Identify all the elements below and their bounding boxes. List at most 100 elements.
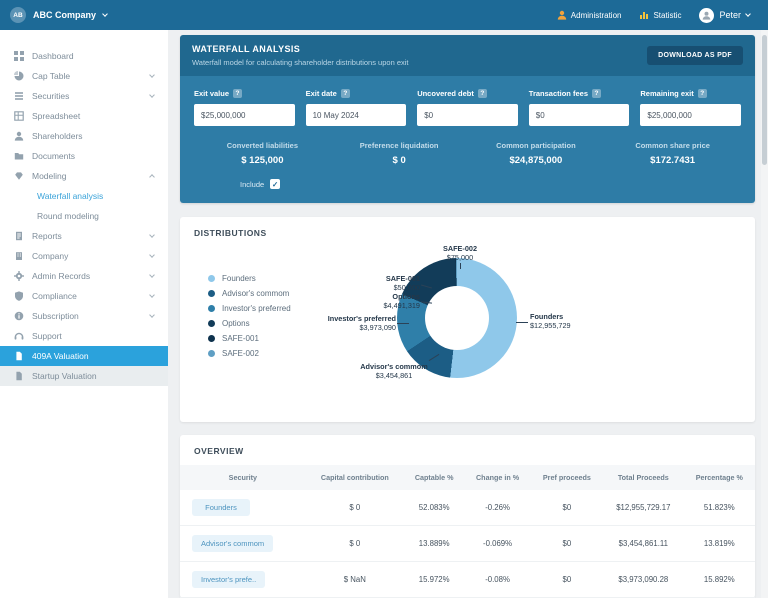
sidebar-item-modeling[interactable]: Modeling	[0, 166, 168, 186]
user-menu[interactable]: Peter	[699, 7, 751, 23]
legend-item-investor-s-preferred[interactable]: Investor's preferred	[208, 304, 334, 313]
sidebar-item-documents[interactable]: Documents	[0, 146, 168, 166]
waterfall-body: Exit value?Exit date?Uncovered debt?Tran…	[180, 76, 755, 203]
stat-converted-liabilities: Converted liabilities $ 125,000	[194, 141, 331, 166]
table-cell: 15.892%	[683, 561, 755, 598]
company-switcher[interactable]: AB ABC Company	[10, 7, 108, 23]
app-window: AB ABC Company Administration Statistic …	[0, 0, 768, 598]
legend-label: Options	[222, 319, 250, 328]
building-icon	[14, 251, 24, 261]
chart-label-value: $75,000	[446, 253, 474, 263]
chart-label-name: Founders	[530, 312, 564, 321]
download-pdf-button[interactable]: DOWNLOAD AS PDF	[647, 46, 743, 65]
chevron-down-icon	[149, 72, 155, 78]
legend-item-founders[interactable]: Founders	[208, 274, 334, 283]
sidebar-item-label: Modeling	[32, 171, 67, 181]
sidebar-item-subscription[interactable]: Subscription	[0, 306, 168, 326]
sidebar-item-spreadsheet[interactable]: Spreadsheet	[0, 106, 168, 126]
stat-preference-liquidation: Preference liquidation $ 0	[331, 141, 468, 166]
help-icon[interactable]: ?	[592, 89, 601, 98]
sidebar-item-shareholders[interactable]: Shareholders	[0, 126, 168, 146]
nav-statistic[interactable]: Statistic	[639, 10, 681, 20]
legend-item-advisor-s-commom[interactable]: Advisor's commom	[208, 289, 334, 298]
sidebar-item-round-modeling[interactable]: Round modeling	[0, 206, 168, 226]
exit-value-input[interactable]	[194, 104, 295, 126]
sidebar-item-dashboard[interactable]: Dashboard	[0, 46, 168, 66]
chart-label-value: $12,955,729	[530, 321, 571, 331]
security-pill[interactable]: Advisor's commom	[192, 535, 274, 552]
overview-card: OVERVIEW Security Capital contribution Cap…	[180, 435, 755, 598]
remaining-exit-input[interactable]	[640, 104, 741, 126]
table-cell: $ 0	[305, 490, 404, 526]
chart-label-name: Advisor's commom	[360, 362, 428, 371]
sidebar-item-admin-records[interactable]: Admin Records	[0, 266, 168, 286]
administration-icon	[557, 10, 567, 20]
exit-date-input[interactable]	[305, 104, 407, 126]
statistic-label: Statistic	[653, 10, 682, 20]
help-icon[interactable]: ?	[477, 89, 487, 98]
sidebar-item-cap-table[interactable]: Cap Table	[0, 66, 168, 86]
sidebar-item-compliance[interactable]: Compliance	[0, 286, 168, 306]
chart-label-founders: Founders $12,955,729	[516, 312, 620, 331]
include-row: Include ✓	[240, 179, 741, 189]
company-name: ABC Company	[33, 10, 97, 20]
doc-icon	[14, 351, 24, 361]
scrollbar[interactable]	[761, 30, 768, 598]
field-label: Remaining exit	[640, 89, 694, 98]
sidebar-item-label: Securities	[32, 91, 70, 101]
legend-item-safe-001[interactable]: SAFE-001	[208, 334, 334, 343]
help-icon[interactable]: ?	[697, 89, 707, 98]
sidebar-item-label: Reports	[32, 231, 62, 241]
security-pill[interactable]: Investor's prefe..	[192, 571, 266, 588]
sidebar-item-label: 409A Valuation	[32, 351, 89, 361]
user-icon	[14, 131, 24, 141]
sidebar-item-company[interactable]: Company	[0, 246, 168, 266]
help-icon[interactable]: ?	[233, 89, 243, 98]
column-header-pref-proceeds: Pref proceeds	[530, 465, 604, 490]
help-icon[interactable]: ?	[340, 89, 350, 98]
table-cell: 13.889%	[403, 525, 465, 562]
chevron-down-icon	[149, 92, 155, 98]
waterfall-title: WATERFALL ANALYSIS	[192, 44, 301, 54]
field-exit-value: Exit value?	[194, 89, 295, 126]
include-checkbox[interactable]: ✓	[270, 179, 281, 189]
field-label: Exit date	[305, 89, 337, 98]
sidebar-item-support[interactable]: Support	[0, 326, 168, 346]
waterfall-fields: Exit value?Exit date?Uncovered debt?Tran…	[194, 89, 741, 126]
legend-label: SAFE-001	[222, 334, 259, 343]
sidebar-item-409a-valuation[interactable]: 409A Valuation	[0, 346, 168, 366]
sidebar-item-waterfall-analysis[interactable]: Waterfall analysis	[0, 186, 168, 206]
sidebar-item-reports[interactable]: Reports	[0, 226, 168, 246]
security-pill[interactable]: Founders	[192, 499, 250, 516]
chart-label-name: SAFE-001	[385, 274, 420, 283]
administration-label: Administration	[570, 10, 622, 20]
uncovered-debt-input[interactable]	[417, 104, 518, 126]
legend-item-safe-002[interactable]: SAFE-002	[208, 349, 334, 358]
dashboard-icon	[14, 51, 24, 61]
chart-label-value: $3,973,090	[359, 323, 396, 333]
legend-dot	[208, 305, 215, 312]
chevron-down-icon	[149, 312, 155, 318]
stat-label: Common participation	[496, 141, 576, 150]
legend-dot	[208, 290, 215, 297]
table-cell: $0	[530, 561, 604, 598]
chart-label-value: $3,454,861	[375, 371, 413, 381]
table-cell: $3,454,861.11	[603, 525, 684, 562]
scrollbar-thumb[interactable]	[762, 35, 767, 165]
chart-label-value: $4,491,319	[383, 301, 420, 311]
sidebar-item-securities[interactable]: Securities	[0, 86, 168, 106]
sidebar-item-startup-valuation[interactable]: Startup Valuation	[0, 366, 168, 386]
waterfall-subtitle: Waterfall model for calculating sharehol…	[192, 58, 409, 67]
nav-administration[interactable]: Administration	[557, 10, 622, 20]
field-label: Exit value	[194, 89, 230, 98]
stat-value: $172.7431	[650, 155, 696, 166]
chart-label-options: Options $4,491,319	[344, 292, 420, 311]
legend-label: Founders	[222, 274, 256, 283]
column-header-change-in: Change in %	[464, 465, 531, 490]
table-cell: -0.08%	[464, 561, 531, 598]
transaction-fees-input[interactable]	[528, 104, 630, 126]
column-header-total-proceeds: Total Proceeds	[603, 465, 684, 490]
chart-label-name: Investor's preferred	[327, 314, 396, 323]
topbar: AB ABC Company Administration Statistic …	[0, 0, 768, 30]
sidebar-item-label: Shareholders	[32, 131, 83, 141]
